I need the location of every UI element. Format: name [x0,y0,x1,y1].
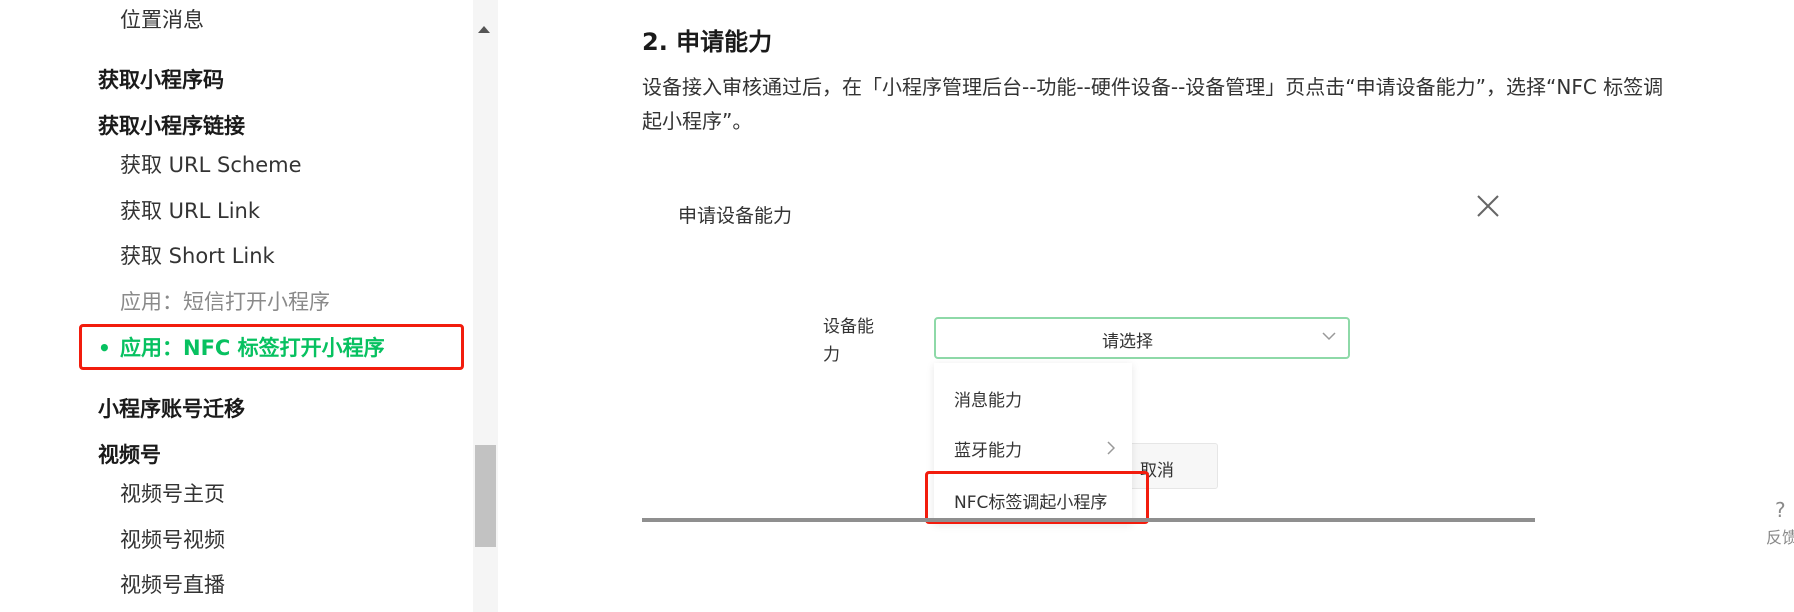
sidebar-group-qrcode[interactable]: 获取小程序码 [98,66,224,94]
option-message-capability[interactable]: 消息能力 [954,386,1022,411]
cancel-button-label: 取消 [1140,461,1174,481]
sidebar-scroll-thumb[interactable] [475,445,496,547]
dialog-bottom-edge [642,518,1535,522]
option-nfc-launch-miniprogram[interactable]: NFC标签调起小程序 [954,488,1107,513]
sidebar-item-sms-open[interactable]: 应用：短信打开小程序 [120,288,330,316]
field-label-capability: 设备能 力 [823,313,879,369]
sidebar-item-url-link[interactable]: 获取 URL Link [120,197,260,225]
active-bullet: • [98,336,111,360]
chevron-down-icon [1322,332,1336,341]
field-label-line-2: 力 [823,345,840,365]
chevron-right-icon [1107,441,1115,455]
scroll-up-arrow-icon[interactable] [478,26,490,33]
field-label-line-1: 设备能 [823,317,874,337]
sidebar-item-partial[interactable]: 位置消息 [120,6,204,34]
sidebar-group-migration[interactable]: 小程序账号迁移 [98,395,245,423]
section-heading: 2. 申请能力 [642,28,773,56]
feedback-button[interactable]: 反馈 [1766,524,1794,548]
sidebar-item-channels-home[interactable]: 视频号主页 [120,480,225,508]
help-icon[interactable]: ? [1775,498,1786,522]
close-icon[interactable] [1475,193,1501,219]
sidebar-item-nfc-open[interactable]: • 应用：NFC 标签打开小程序 [98,334,385,362]
dialog-title: 申请设备能力 [678,205,793,227]
sidebar-item-channels-video[interactable]: 视频号视频 [120,526,225,554]
option-bluetooth-capability[interactable]: 蓝牙能力 [954,436,1022,461]
paragraph-line-2: 起小程序”。 [642,109,753,133]
sidebar-group-channels[interactable]: 视频号 [98,441,161,469]
sidebar-item-url-scheme[interactable]: 获取 URL Scheme [120,151,302,179]
paragraph-line-1: 设备接入审核通过后，在「小程序管理后台--功能--硬件设备--设备管理」页点击“… [642,75,1664,99]
select-placeholder: 请选择 [1102,332,1153,352]
sidebar-group-link[interactable]: 获取小程序链接 [98,112,245,140]
section-paragraph: 设备接入审核通过后，在「小程序管理后台--功能--硬件设备--设备管理」页点击“… [642,70,1717,138]
sidebar-item-nfc-label: 应用：NFC 标签打开小程序 [120,336,385,360]
sidebar-item-short-link[interactable]: 获取 Short Link [120,242,275,270]
sidebar-nav: 位置消息 获取小程序码 获取小程序链接 获取 URL Scheme 获取 URL… [0,0,498,612]
sidebar-item-channels-live[interactable]: 视频号直播 [120,571,225,599]
